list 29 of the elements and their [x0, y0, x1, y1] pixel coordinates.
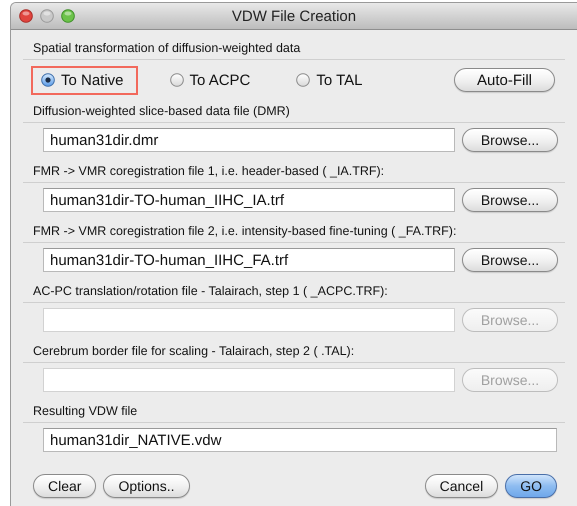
radio-icon[interactable] — [41, 73, 55, 87]
radio-option[interactable]: To TAL — [286, 66, 377, 94]
section-label: Cerebrum border file for scaling - Talairach, step 2 ( .TAL): — [33, 344, 354, 358]
browse-button[interactable]: Browse... — [462, 128, 558, 152]
section-label: FMR -> VMR coregistration file 1, i.e. header-based ( _IA.TRF): — [33, 164, 384, 178]
close-icon[interactable] — [19, 9, 33, 23]
section-label: Resulting VDW file — [33, 404, 138, 418]
section-label: Diffusion-weighted slice-based data file (DMR) — [33, 104, 290, 118]
auto-fill-button[interactable]: Auto-Fill — [454, 68, 555, 92]
dialog-button[interactable]: Options.. — [103, 474, 190, 498]
result-file-field[interactable]: human31dir_NATIVE.vdw — [43, 428, 557, 452]
dialog-button[interactable]: GO — [505, 474, 557, 498]
zoom-icon[interactable] — [61, 9, 75, 23]
dialog-button[interactable]: Clear — [33, 474, 96, 498]
browse-button[interactable]: Browse... — [462, 188, 558, 212]
radio-icon[interactable] — [296, 73, 310, 87]
section-label: Spatial transformation of diffusion-weighted data — [33, 41, 300, 55]
dialog-button[interactable]: Cancel — [424, 474, 498, 498]
section-label: FMR -> VMR coregistration file 2, i.e. intensity-based fine-tuning ( _FA.TRF): — [33, 224, 456, 238]
file-path-field[interactable]: human31dir-TO-human_IIHC_FA.trf — [43, 248, 455, 272]
file-path-field[interactable]: human31dir.dmr — [43, 128, 455, 152]
radio-option[interactable]: To ACPC — [160, 66, 264, 94]
window-title: VDW File Creation — [232, 8, 356, 24]
radio-icon[interactable] — [170, 73, 184, 87]
radio-option[interactable]: To Native — [31, 66, 138, 94]
section-label: AC-PC translation/rotation file - Talairach, step 1 ( _ACPC.TRF): — [33, 284, 388, 298]
minimize-icon[interactable] — [40, 9, 54, 23]
file-path-field[interactable]: human31dir-TO-human_IIHC_IA.trf — [43, 188, 455, 212]
browse-button[interactable]: Browse... — [462, 248, 558, 272]
